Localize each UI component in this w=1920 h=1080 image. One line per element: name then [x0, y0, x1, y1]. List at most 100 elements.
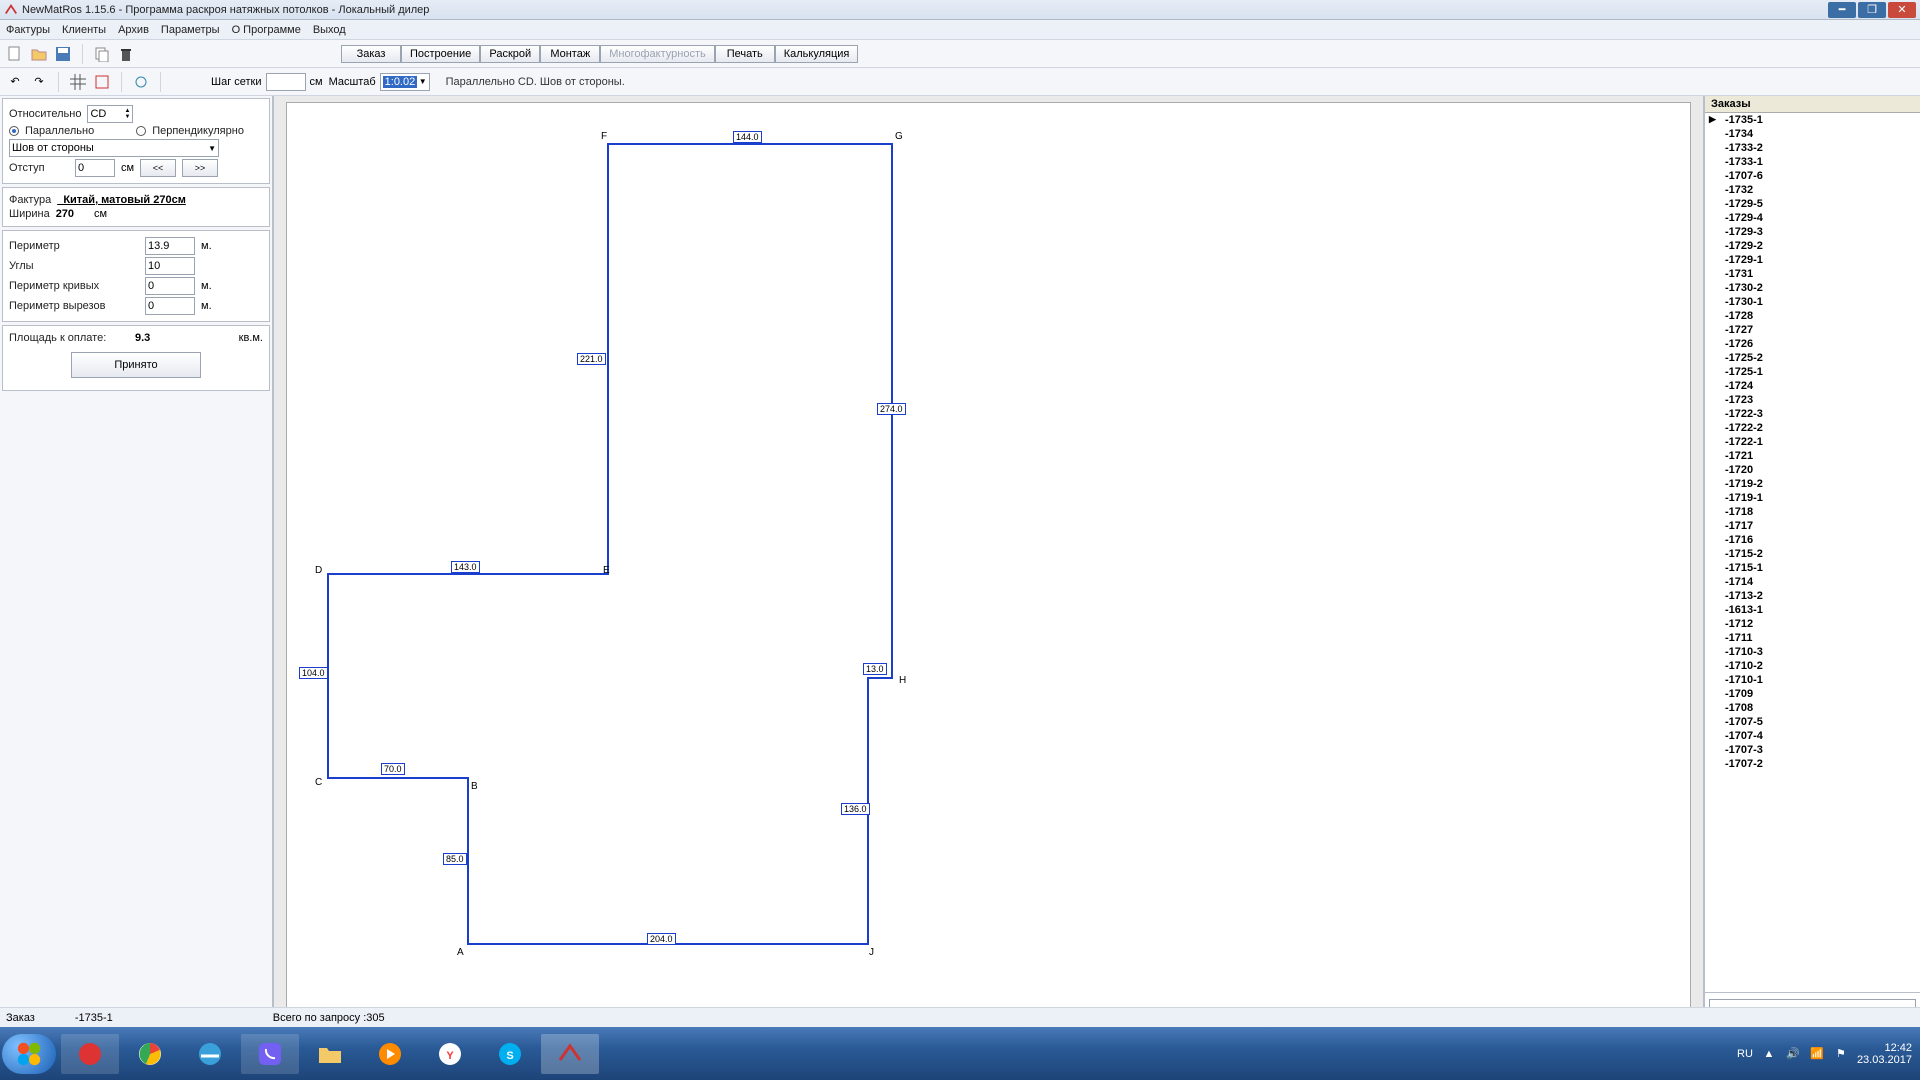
order-item[interactable]: -1720: [1705, 463, 1920, 477]
tab-print[interactable]: Печать: [715, 45, 775, 63]
order-item[interactable]: -1724: [1705, 379, 1920, 393]
order-item[interactable]: -1725-1: [1705, 365, 1920, 379]
order-item[interactable]: -1712: [1705, 617, 1920, 631]
order-item[interactable]: -1729-5: [1705, 197, 1920, 211]
order-item[interactable]: -1734: [1705, 127, 1920, 141]
task-app1[interactable]: [61, 1034, 119, 1074]
order-item[interactable]: -1710-3: [1705, 645, 1920, 659]
task-explorer[interactable]: [301, 1034, 359, 1074]
order-item[interactable]: -1715-1: [1705, 561, 1920, 575]
task-chrome[interactable]: [121, 1034, 179, 1074]
order-item[interactable]: -1723: [1705, 393, 1920, 407]
tray-network-icon[interactable]: 📶: [1809, 1046, 1825, 1062]
maximize-button[interactable]: ❐: [1858, 2, 1886, 18]
order-item[interactable]: -1727: [1705, 323, 1920, 337]
order-item[interactable]: -1725-2: [1705, 351, 1920, 365]
task-current[interactable]: [541, 1034, 599, 1074]
tab-cut[interactable]: Раскрой: [480, 45, 540, 63]
menu-clients[interactable]: Клиенты: [62, 24, 106, 36]
order-item[interactable]: -1735-1: [1705, 113, 1920, 127]
start-button[interactable]: [2, 1034, 56, 1074]
order-item[interactable]: -1710-1: [1705, 673, 1920, 687]
relative-spinner[interactable]: CD▲▼: [87, 105, 133, 123]
undo-icon[interactable]: ↶: [6, 73, 24, 91]
snap-icon[interactable]: [93, 73, 111, 91]
scale-combo[interactable]: 1:0.02▼: [380, 73, 430, 91]
radio-perp[interactable]: [136, 126, 146, 136]
offset-input[interactable]: [75, 159, 115, 177]
accept-button[interactable]: Принято: [71, 352, 201, 378]
order-item[interactable]: -1711: [1705, 631, 1920, 645]
order-item[interactable]: -1722-3: [1705, 407, 1920, 421]
menu-params[interactable]: Параметры: [161, 24, 220, 36]
save-icon[interactable]: [54, 45, 72, 63]
task-ie[interactable]: [181, 1034, 239, 1074]
order-item[interactable]: -1715-2: [1705, 547, 1920, 561]
order-item[interactable]: -1729-1: [1705, 253, 1920, 267]
grid-step-input[interactable]: [266, 73, 306, 91]
order-item[interactable]: -1718: [1705, 505, 1920, 519]
task-viber[interactable]: [241, 1034, 299, 1074]
tray-up-icon[interactable]: ▲: [1761, 1046, 1777, 1062]
order-item[interactable]: -1707-2: [1705, 757, 1920, 771]
task-skype[interactable]: S: [481, 1034, 539, 1074]
delete-icon[interactable]: [117, 45, 135, 63]
tab-mount[interactable]: Монтаж: [540, 45, 600, 63]
tab-build[interactable]: Построение: [401, 45, 480, 63]
tab-calc[interactable]: Калькуляция: [775, 45, 859, 63]
order-item[interactable]: -1732: [1705, 183, 1920, 197]
order-item[interactable]: -1722-1: [1705, 435, 1920, 449]
order-item[interactable]: -1719-2: [1705, 477, 1920, 491]
order-item[interactable]: -1729-3: [1705, 225, 1920, 239]
task-media[interactable]: [361, 1034, 419, 1074]
tray-clock[interactable]: 12:42 23.03.2017: [1857, 1042, 1912, 1066]
order-item[interactable]: -1714: [1705, 575, 1920, 589]
orders-list[interactable]: -1735-1-1734-1733-2-1733-1-1707-6-1732-1…: [1705, 113, 1920, 992]
offset-prev[interactable]: <<: [140, 159, 176, 177]
menu-exit[interactable]: Выход: [313, 24, 346, 36]
seam-select[interactable]: Шов от стороны▼: [9, 139, 219, 157]
order-item[interactable]: -1726: [1705, 337, 1920, 351]
order-item[interactable]: -1721: [1705, 449, 1920, 463]
minimize-button[interactable]: ━: [1828, 2, 1856, 18]
order-item[interactable]: -1719-1: [1705, 491, 1920, 505]
copy-icon[interactable]: [93, 45, 111, 63]
tray-volume-icon[interactable]: 🔊: [1785, 1046, 1801, 1062]
drawing-canvas[interactable]: F G E D C B A J H 144.0 221.0 274.0 143.…: [286, 102, 1691, 1041]
order-item[interactable]: -1708: [1705, 701, 1920, 715]
tray-lang[interactable]: RU: [1737, 1048, 1753, 1060]
grid-icon[interactable]: [69, 73, 87, 91]
order-item[interactable]: -1733-2: [1705, 141, 1920, 155]
order-item[interactable]: -1722-2: [1705, 421, 1920, 435]
order-item[interactable]: -1707-4: [1705, 729, 1920, 743]
order-item[interactable]: -1730-2: [1705, 281, 1920, 295]
order-item[interactable]: -1730-1: [1705, 295, 1920, 309]
order-item[interactable]: -1733-1: [1705, 155, 1920, 169]
order-item[interactable]: -1710-2: [1705, 659, 1920, 673]
redo-icon[interactable]: ↷: [30, 73, 48, 91]
order-item[interactable]: -1709: [1705, 687, 1920, 701]
menu-factures[interactable]: Фактуры: [6, 24, 50, 36]
close-button[interactable]: ✕: [1888, 2, 1916, 18]
order-item[interactable]: -1717: [1705, 519, 1920, 533]
order-item[interactable]: -1728: [1705, 309, 1920, 323]
order-item[interactable]: -1731: [1705, 267, 1920, 281]
menu-archive[interactable]: Архив: [118, 24, 149, 36]
tray-flag-icon[interactable]: ⚑: [1833, 1046, 1849, 1062]
tab-order[interactable]: Заказ: [341, 45, 401, 63]
order-item[interactable]: -1707-5: [1705, 715, 1920, 729]
radio-parallel[interactable]: [9, 126, 19, 136]
order-item[interactable]: -1613-1: [1705, 603, 1920, 617]
offset-next[interactable]: >>: [182, 159, 218, 177]
order-item[interactable]: -1716: [1705, 533, 1920, 547]
new-icon[interactable]: [6, 45, 24, 63]
task-yandex[interactable]: Y: [421, 1034, 479, 1074]
order-item[interactable]: -1729-4: [1705, 211, 1920, 225]
order-item[interactable]: -1713-2: [1705, 589, 1920, 603]
tool-icon[interactable]: [132, 73, 150, 91]
open-icon[interactable]: [30, 45, 48, 63]
order-item[interactable]: -1729-2: [1705, 239, 1920, 253]
order-item[interactable]: -1707-6: [1705, 169, 1920, 183]
order-item[interactable]: -1707-3: [1705, 743, 1920, 757]
menu-about[interactable]: О Программе: [232, 24, 301, 36]
